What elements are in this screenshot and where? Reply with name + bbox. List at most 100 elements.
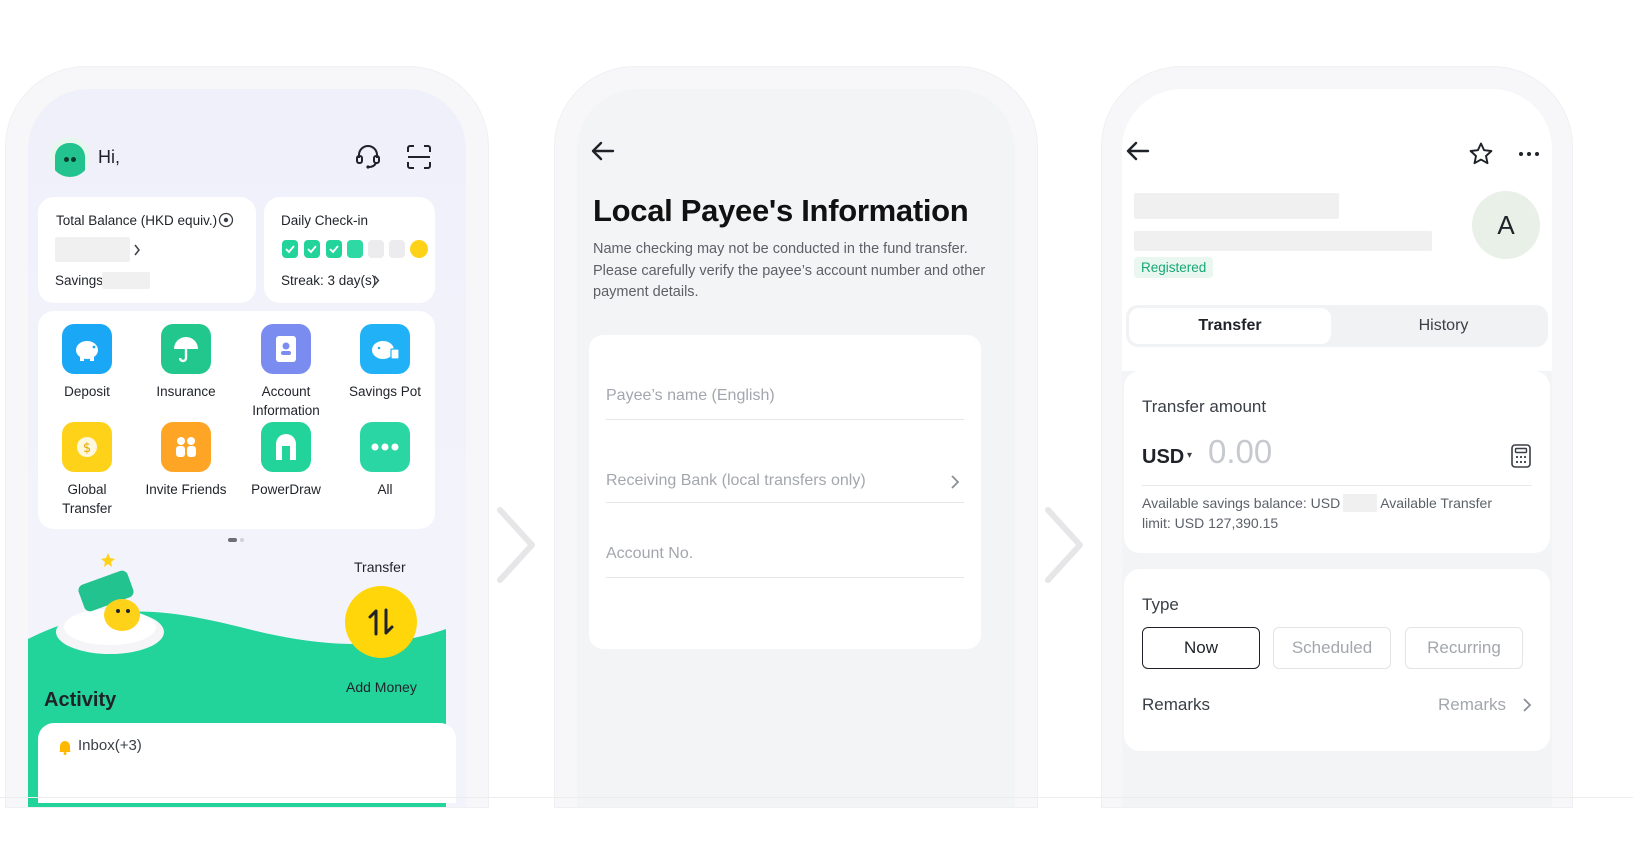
balance-label: Total Balance (HKD equiv.) [56,213,218,228]
tile-savings-pot[interactable]: Savings Pot [340,324,430,401]
currency-selector[interactable]: USD [1142,446,1184,469]
powerdraw-icon [261,422,311,472]
inbox-label: Inbox(+3) [78,737,142,754]
screenshot-stage: Hi, Total Balance (HKD equiv.) Savings D… [0,0,1633,865]
payee-account-hidden [1134,231,1432,251]
payee-header: Registered A Transfer History [1122,89,1552,371]
payee-name-field[interactable]: Payee’s name (English) [606,387,964,420]
daily-checkin-card[interactable]: Daily Check-in Streak: 3 day(s) [264,197,435,303]
phone-transfer: Registered A Transfer History Transfer a… [1102,67,1572,807]
star-icon[interactable] [1468,141,1494,167]
activity-title: Activity [44,689,117,711]
tile-deposit[interactable]: Deposit [42,324,132,401]
checkin-day-5 [368,240,384,258]
transfer-screen: Registered A Transfer History Transfer a… [1122,89,1552,807]
chevron-right-icon [951,475,960,489]
piggy-bank-icon [62,324,112,374]
payee-info-screen: Local Payee's Information Name checking … [577,89,1015,807]
global-transfer-icon: $ [62,422,112,472]
chevron-right-icon [134,244,140,256]
back-arrow-icon[interactable] [589,137,617,165]
tile-label: Global Transfer [62,482,112,516]
status-badge: Registered [1134,257,1214,278]
home-screen: Hi, Total Balance (HKD equiv.) Savings D… [28,89,466,807]
checkin-day-6 [389,240,405,258]
tab-transfer[interactable]: Transfer [1129,308,1331,344]
more-dots-icon [360,422,410,472]
checkin-reward-icon [410,240,428,258]
type-scheduled-button[interactable]: Scheduled [1273,627,1391,669]
baseline-divider [0,797,1633,798]
avatar[interactable] [50,137,90,177]
greeting: Hi, [98,147,120,167]
checkin-day-2 [304,240,320,258]
available-balance-text: Available savings balance: USD Available … [1142,493,1522,533]
remarks-input[interactable]: Remarks [1438,695,1506,715]
transfer-history-tabs: Transfer History [1126,305,1548,347]
customer-service-icon[interactable] [354,143,382,171]
savings-label: Savings [55,273,104,288]
receiving-bank-placeholder: Receiving Bank (local transfers only) [606,472,866,489]
scan-icon[interactable] [405,143,433,171]
amount-input[interactable]: 0.00 [1208,433,1272,471]
page-indicator [228,538,244,542]
payee-avatar: A [1472,191,1540,259]
inbox-card[interactable]: Inbox(+3) [38,723,456,803]
umbrella-icon [161,324,211,374]
phone-home: Hi, Total Balance (HKD equiv.) Savings D… [6,67,488,807]
streak-label: Streak: 3 day(s) [281,273,377,288]
page-description: Name checking may not be conducted in th… [593,241,986,300]
tile-powerdraw[interactable]: PowerDraw [241,422,331,499]
flow-arrow-icon [1045,507,1083,583]
receiving-bank-field[interactable]: Receiving Bank (local transfers only) [606,472,964,503]
remarks-label: Remarks [1142,695,1211,714]
phone-payee-info: Local Payee's Information Name checking … [555,67,1037,807]
payee-name-placeholder: Payee’s name (English) [606,387,775,404]
swap-arrows-icon [368,608,394,636]
tile-label: Account Information [252,384,320,418]
invite-friends-icon [161,422,211,472]
checkin-label: Daily Check-in [281,213,369,228]
chevron-right-icon [373,275,380,286]
total-balance-card[interactable]: Total Balance (HKD equiv.) Savings [38,197,256,303]
payee-form: Payee’s name (English) Receiving Bank (l… [589,335,981,649]
tab-history[interactable]: History [1339,308,1548,344]
type-label: Type [1142,595,1179,614]
type-now-button[interactable]: Now [1142,627,1260,669]
calculator-icon[interactable] [1510,443,1532,469]
transfer-amount-card: Transfer amount USD ▾ 0.00 Available sav… [1124,371,1550,553]
tile-invite-friends[interactable]: Invite Friends [141,422,231,499]
tile-account-information[interactable]: Account Information [241,324,331,420]
balance-hidden-value [55,237,130,262]
transfer-type-card: Type Now Scheduled Recurring Remarks Rem… [1124,569,1550,751]
tile-label: PowerDraw [251,482,321,497]
available-balance-hidden [1343,494,1378,512]
payee-name-hidden [1134,193,1339,219]
page-title: Local Payee's Information [593,193,969,228]
account-card-icon [261,324,311,374]
type-recurring-button[interactable]: Recurring [1405,627,1523,669]
bell-icon [59,741,71,755]
eye-icon[interactable] [218,212,234,228]
transfer-label: Transfer [354,559,406,575]
transfer-add-money-button[interactable] [345,586,417,658]
home-header: Hi, [50,137,444,181]
back-arrow-icon[interactable] [1124,137,1152,165]
tile-label: Deposit [64,384,110,399]
amount-label: Transfer amount [1142,397,1267,416]
svg-text:$: $ [83,441,91,456]
tile-all[interactable]: All [340,422,430,499]
more-options-icon[interactable] [1516,141,1542,167]
tile-insurance[interactable]: Insurance [141,324,231,401]
mascot-illustration [56,553,164,654]
chevron-right-icon[interactable] [1522,697,1532,713]
tile-label: All [377,482,393,497]
account-number-field[interactable]: Account No. [606,545,964,578]
savings-pot-icon [360,324,410,374]
feature-grid: Deposit Insurance Account Information Sa… [38,311,435,529]
savings-hidden-value [102,272,150,289]
tile-global-transfer[interactable]: $ Global Transfer [42,422,132,518]
tile-label: Savings Pot [348,384,422,399]
available-prefix: Available savings balance: USD [1142,495,1341,511]
checkin-day-4 [347,240,363,258]
